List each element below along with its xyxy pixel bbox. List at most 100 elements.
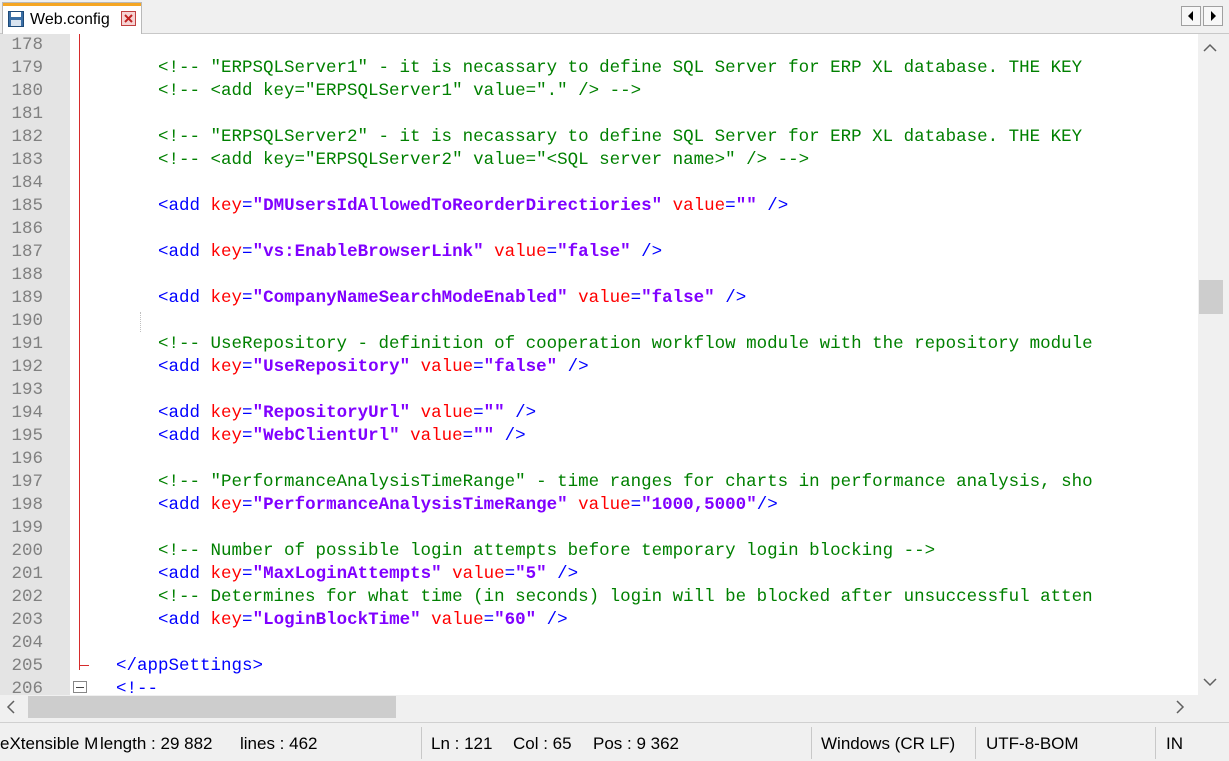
code-text: <!-- UseRepository - definition of coope… (116, 333, 1093, 356)
code-token: <add (158, 357, 211, 377)
scrollbar-corner (1198, 695, 1229, 720)
code-line[interactable]: 203 <add key="LoginBlockTime" value="60"… (0, 609, 1198, 632)
code-line[interactable]: 182 <!-- "ERPSQLServer2" - it is necassa… (0, 126, 1198, 149)
code-token: value (420, 403, 474, 423)
code-line[interactable]: 195 <add key="WebClientUrl" value="" /> (0, 425, 1198, 448)
code-line[interactable]: 200 <!-- Number of possible login attemp… (0, 540, 1198, 563)
vertical-scrollbar[interactable] (1198, 34, 1229, 695)
code-editor[interactable]: 178 179 <!-- "ERPSQLServer1" - it is neca… (0, 34, 1229, 695)
status-separator (811, 727, 812, 759)
code-token: value (494, 242, 547, 262)
scroll-left-icon[interactable] (6, 700, 16, 719)
code-line[interactable]: 179 <!-- "ERPSQLServer1" - it is necassa… (0, 57, 1198, 80)
code-token: key (210, 242, 243, 262)
code-line[interactable]: 189 <add key="CompanyNameSearchModeEnabl… (0, 287, 1198, 310)
line-number: 186 (11, 219, 43, 239)
code-lines: 178 179 <!-- "ERPSQLServer1" - it is neca… (0, 34, 1198, 695)
chevron-left-icon[interactable] (1181, 6, 1201, 26)
code-text: <!-- Determines for what time (in second… (116, 586, 1093, 609)
code-token: = (483, 610, 495, 630)
horizontal-scrollbar[interactable] (0, 695, 1198, 720)
code-token: key (210, 610, 243, 630)
code-token: "vs:EnableBrowserLink" (252, 242, 484, 262)
line-number: 181 (11, 104, 43, 124)
code-text: <add key="RepositoryUrl" value="" /> (116, 402, 536, 425)
tab-web-config[interactable]: Web.config (2, 2, 142, 34)
close-icon[interactable] (121, 11, 136, 26)
code-line[interactable]: 188 (0, 264, 1198, 287)
code-line[interactable]: 198 <add key="PerformanceAnalysisTimeRan… (0, 494, 1198, 517)
code-line[interactable]: 199 (0, 517, 1198, 540)
status-ln: Ln : 121 (431, 734, 493, 753)
tab-bar: Web.config (0, 0, 1229, 34)
code-token: "60" (494, 610, 537, 630)
code-text: <add key="UseRepository" value="false" /… (116, 356, 589, 379)
code-token: value (410, 426, 463, 446)
code-token: = (242, 426, 253, 446)
line-number: 199 (11, 518, 43, 538)
code-line[interactable]: 185 <add key="DMUsersIdAllowedToReorderD… (0, 195, 1198, 218)
line-number: 188 (11, 265, 43, 285)
line-number: 183 (11, 150, 43, 170)
code-token: <add (158, 495, 211, 515)
vertical-scroll-thumb[interactable] (1199, 280, 1223, 314)
code-token: /> (536, 610, 568, 630)
code-token: <!-- Number of possible login attempts b… (158, 541, 936, 561)
code-line[interactable]: 201 <add key="MaxLoginAttempts" value="5… (0, 563, 1198, 586)
status-col: Col : 65 (513, 734, 572, 753)
horizontal-scroll-thumb[interactable] (28, 696, 396, 718)
scroll-up-icon[interactable] (1203, 40, 1217, 58)
code-line[interactable]: 196 (0, 448, 1198, 471)
line-number: 204 (11, 633, 43, 653)
code-line[interactable]: 191 <!-- UseRepository - definition of c… (0, 333, 1198, 356)
line-number: 200 (11, 541, 43, 561)
code-text: <!-- <add key="ERPSQLServer1" value="." … (116, 80, 641, 103)
code-line[interactable]: 180 <!-- <add key="ERPSQLServer1" value=… (0, 80, 1198, 103)
code-line[interactable]: 187 <add key="vs:EnableBrowserLink" valu… (0, 241, 1198, 264)
code-line[interactable]: 183 <!-- <add key="ERPSQLServer2" value=… (0, 149, 1198, 172)
code-token: = (546, 242, 558, 262)
scroll-right-icon[interactable] (1175, 700, 1185, 719)
code-token: "CompanyNameSearchModeEnabled" (252, 288, 568, 308)
code-token: "RepositoryUrl" (252, 403, 411, 423)
code-line[interactable]: 193 (0, 379, 1198, 402)
code-token: <add (158, 242, 211, 262)
code-line[interactable]: 206 <!-- (0, 678, 1198, 695)
code-line[interactable]: 194 <add key="RepositoryUrl" value="" /> (0, 402, 1198, 425)
code-line[interactable]: 186 (0, 218, 1198, 241)
tab-title: Web.config (30, 11, 110, 28)
code-token: <add (158, 426, 211, 446)
code-line[interactable]: 192 <add key="UseRepository" value="fals… (0, 356, 1198, 379)
code-text: <!-- "PerformanceAnalysisTimeRange" - ti… (116, 471, 1093, 494)
code-line[interactable]: 190 (0, 310, 1198, 333)
code-token: <!-- "ERPSQLServer1" - it is necassary t… (158, 58, 1083, 78)
code-line[interactable]: 178 (0, 34, 1198, 57)
code-line[interactable]: 184 (0, 172, 1198, 195)
chevron-right-icon[interactable] (1203, 6, 1223, 26)
line-number: 178 (11, 35, 43, 55)
status-separator (421, 727, 422, 759)
code-line[interactable]: 204 (0, 632, 1198, 655)
code-token: /> (546, 564, 579, 584)
code-token: <!-- (116, 679, 159, 695)
code-line[interactable]: 181 (0, 103, 1198, 126)
code-token: = (242, 196, 253, 216)
line-number: 196 (11, 449, 43, 469)
code-line[interactable]: 205 </appSettings> (0, 655, 1198, 678)
code-token: "LoginBlockTime" (252, 610, 421, 630)
scroll-down-icon[interactable] (1203, 674, 1217, 692)
code-line[interactable]: 202 <!-- Determines for what time (in se… (0, 586, 1198, 609)
code-line[interactable]: 197 <!-- "PerformanceAnalysisTimeRange" … (0, 471, 1198, 494)
code-token: "WebClientUrl" (252, 426, 400, 446)
